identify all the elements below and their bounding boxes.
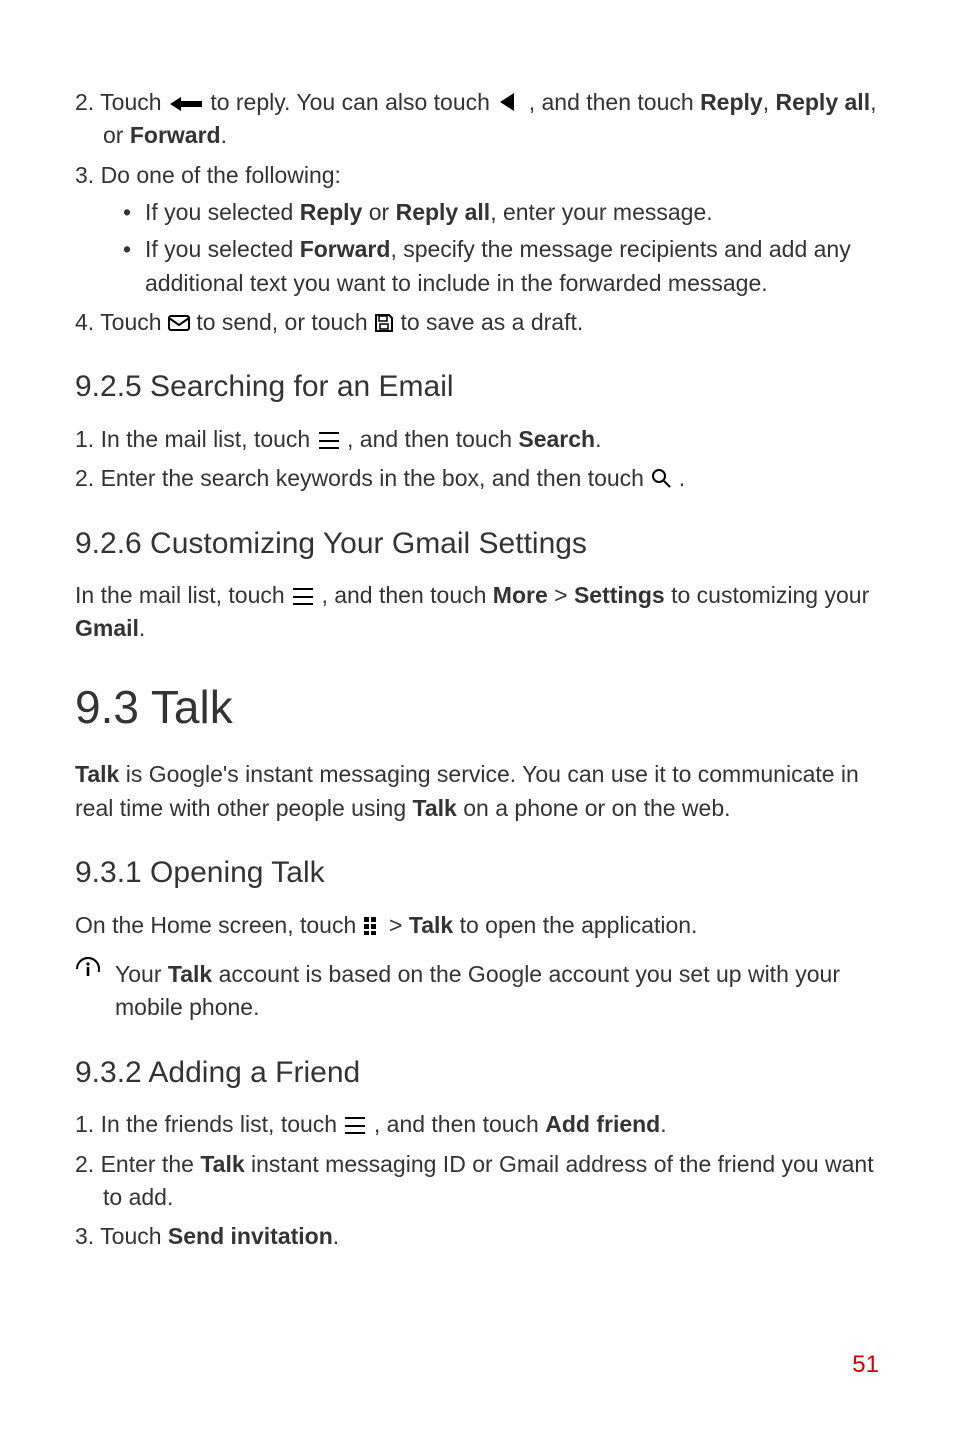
heading-93: 9.3 Talk: [75, 674, 879, 741]
s925-step1: 1. In the mail list, touch , and then to…: [75, 423, 879, 456]
s932s2-t1: 2. Enter the: [75, 1151, 200, 1177]
b2-pre: If you selected: [145, 236, 300, 262]
note-t1: Your: [115, 961, 168, 987]
step2-t3: , and then touch: [529, 89, 700, 115]
b1-bold1: Reply: [300, 199, 363, 225]
back-icon: [496, 91, 522, 113]
save-draft-icon: [374, 313, 394, 333]
heading-926: 9.2.6 Customizing Your Gmail Settings: [75, 522, 879, 566]
apps-grid-icon: [363, 916, 383, 936]
step3-bullet2: If you selected Forward, specify the mes…: [145, 233, 879, 300]
step4-t2: to send, or touch: [196, 309, 367, 335]
page-number: 51: [852, 1348, 879, 1383]
s932s3-dot: .: [333, 1223, 339, 1249]
s925s1-t2: , and then touch: [347, 426, 518, 452]
note-b: Talk: [168, 961, 212, 987]
step-3: 3. Do one of the following: If you selec…: [75, 159, 879, 300]
s925s1-b: Search: [518, 426, 595, 452]
s926-b1: More: [493, 582, 548, 608]
step-2: 2. Touch to reply. You can also touch , …: [75, 86, 879, 153]
s925s2-dot: .: [679, 465, 685, 491]
s932s1-t1: 1. In the friends list, touch: [75, 1111, 337, 1137]
b1-post: , enter your message.: [490, 199, 712, 225]
step-4: 4. Touch to send, or touch to save as a …: [75, 306, 879, 339]
s925s1-t1: 1. In the mail list, touch: [75, 426, 310, 452]
s93-b2: Talk: [413, 795, 457, 821]
heading-925: 9.2.5 Searching for an Email: [75, 365, 879, 409]
step2-b2: Reply all: [775, 89, 870, 115]
s926-b2: Settings: [574, 582, 665, 608]
s926-t2: , and then touch: [321, 582, 492, 608]
s925-step2: 2. Enter the search keywords in the box,…: [75, 462, 879, 495]
menu-icon: [291, 588, 315, 606]
s932s3-b: Send invitation: [168, 1223, 333, 1249]
step2-b1: Reply: [700, 89, 763, 115]
search-icon: [650, 467, 672, 489]
s93-b1: Talk: [75, 761, 119, 787]
s93-t2: on a phone or on the web.: [457, 795, 731, 821]
step3-bullets: If you selected Reply or Reply all, ente…: [75, 196, 879, 300]
s925s1-dot: .: [595, 426, 601, 452]
s932-step2: 2. Enter the Talk instant messaging ID o…: [75, 1148, 879, 1215]
b2-bold1: Forward: [300, 236, 391, 262]
s932s2-b: Talk: [200, 1151, 244, 1177]
s932s1-b: Add friend: [545, 1111, 660, 1137]
s93-intro: Talk is Google's instant messaging servi…: [75, 758, 879, 825]
s932s3-t1: 3. Touch: [75, 1223, 168, 1249]
step3-bullet1: If you selected Reply or Reply all, ente…: [145, 196, 879, 229]
s931-b: Talk: [409, 912, 453, 938]
s932s1-t2: , and then touch: [374, 1111, 545, 1137]
s932s1-dot: .: [660, 1111, 666, 1137]
send-icon: [168, 313, 190, 333]
s926-b3: Gmail: [75, 615, 139, 641]
s931-t1: On the Home screen, touch: [75, 912, 356, 938]
step4-t1: 4. Touch: [75, 309, 162, 335]
step2-b3: Forward: [130, 122, 221, 148]
b1-mid: or: [362, 199, 395, 225]
reply-arrow-icon: [168, 95, 204, 113]
step2-dot: .: [221, 122, 227, 148]
b1-pre: If you selected: [145, 199, 300, 225]
note-block: Your Talk account is based on the Google…: [75, 956, 879, 1025]
s932-step1: 1. In the friends list, touch , and then…: [75, 1108, 879, 1141]
step2-comma1: ,: [763, 89, 776, 115]
heading-931: 9.3.1 Opening Talk: [75, 851, 879, 895]
s932-step3: 3. Touch Send invitation.: [75, 1220, 879, 1253]
s926-para: In the mail list, touch , and then touch…: [75, 579, 879, 646]
b1-bold2: Reply all: [396, 199, 491, 225]
step2-t1: 2. Touch: [75, 89, 162, 115]
s926-sep: >: [548, 582, 574, 608]
note-t2: account is based on the Google account y…: [115, 961, 840, 1020]
menu-icon: [317, 432, 341, 450]
s926-t3: to customizing your: [665, 582, 870, 608]
step2-t2: to reply. You can also touch: [210, 89, 490, 115]
note-body: Your Talk account is based on the Google…: [115, 956, 879, 1025]
s931-t3: to open the application.: [453, 912, 697, 938]
s931-para: On the Home screen, touch > Talk to open…: [75, 909, 879, 942]
s931-t2: >: [389, 912, 409, 938]
s925s2-t1: 2. Enter the search keywords in the box,…: [75, 465, 644, 491]
s926-dot: .: [139, 615, 145, 641]
menu-icon: [343, 1117, 367, 1135]
step3-text: 3. Do one of the following:: [75, 159, 879, 192]
note-icon: [75, 956, 101, 982]
heading-932: 9.3.2 Adding a Friend: [75, 1051, 879, 1095]
step4-t3: to save as a draft.: [400, 309, 583, 335]
s926-t1: In the mail list, touch: [75, 582, 285, 608]
